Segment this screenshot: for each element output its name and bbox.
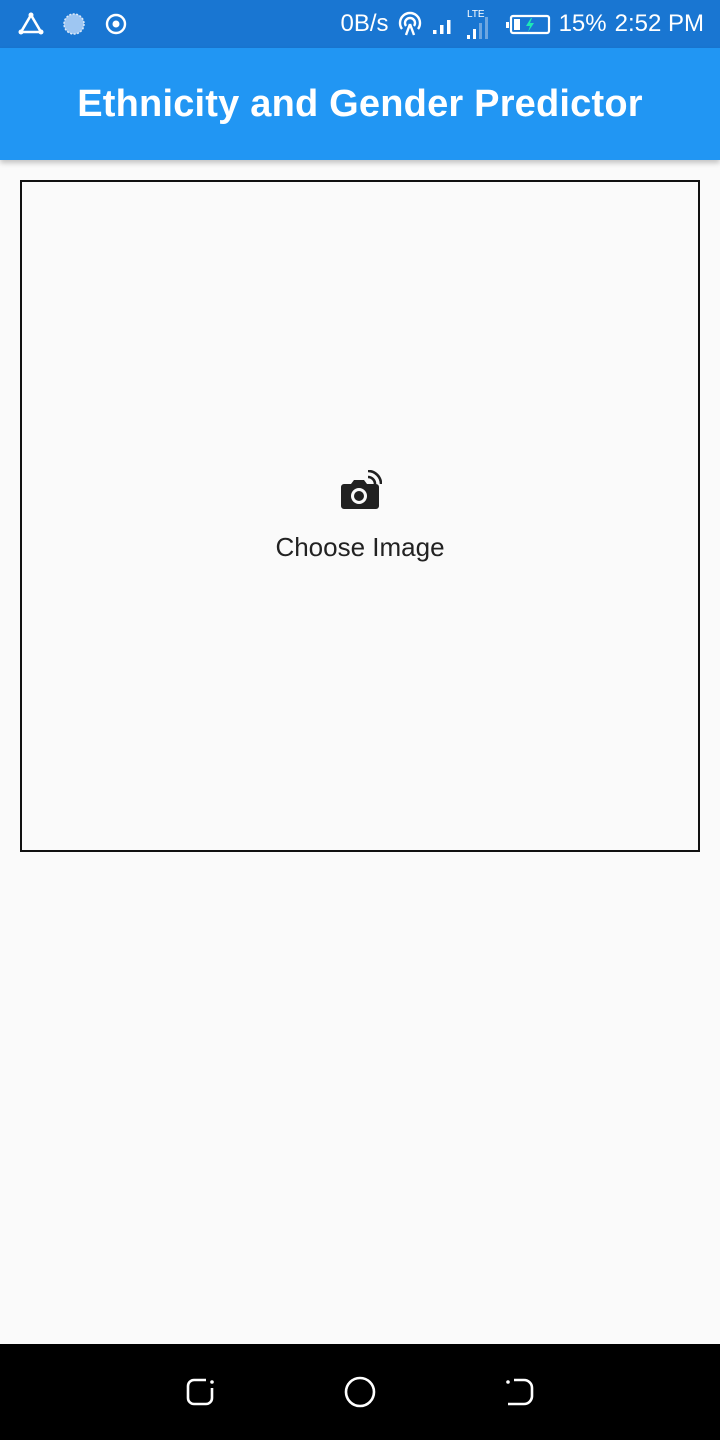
status-left-icons	[18, 12, 128, 36]
clock: 2:52 PM	[614, 10, 704, 37]
camera-icon	[338, 469, 382, 512]
app-bar: Ethnicity and Gender Predictor	[0, 48, 720, 160]
navigation-bar	[0, 1344, 720, 1440]
hotspot-icon	[397, 11, 423, 37]
page-title: Ethnicity and Gender Predictor	[77, 82, 643, 125]
signal-icon	[431, 12, 457, 36]
choose-image-label: Choose Image	[275, 531, 445, 562]
status-right-info: 0B/s LTE 15% 2:52 PM	[341, 7, 704, 41]
battery-level: 15%	[558, 10, 607, 37]
back-icon	[504, 1376, 536, 1408]
network-type: LTE	[467, 9, 485, 20]
choose-image-button[interactable]: Choose Image	[20, 180, 700, 852]
lte-signal-icon: LTE	[465, 7, 497, 41]
sun-icon	[62, 12, 86, 36]
triangle-icon	[18, 12, 44, 36]
target-icon	[104, 12, 128, 36]
home-button[interactable]	[340, 1372, 380, 1412]
status-bar: 0B/s LTE 15% 2:52 PM	[0, 0, 720, 48]
recent-apps-icon	[184, 1376, 216, 1408]
home-icon	[343, 1375, 377, 1409]
back-button[interactable]	[500, 1372, 540, 1412]
net-speed: 0B/s	[340, 10, 389, 37]
battery-charging-icon	[505, 13, 551, 35]
recent-apps-button[interactable]	[180, 1372, 220, 1412]
